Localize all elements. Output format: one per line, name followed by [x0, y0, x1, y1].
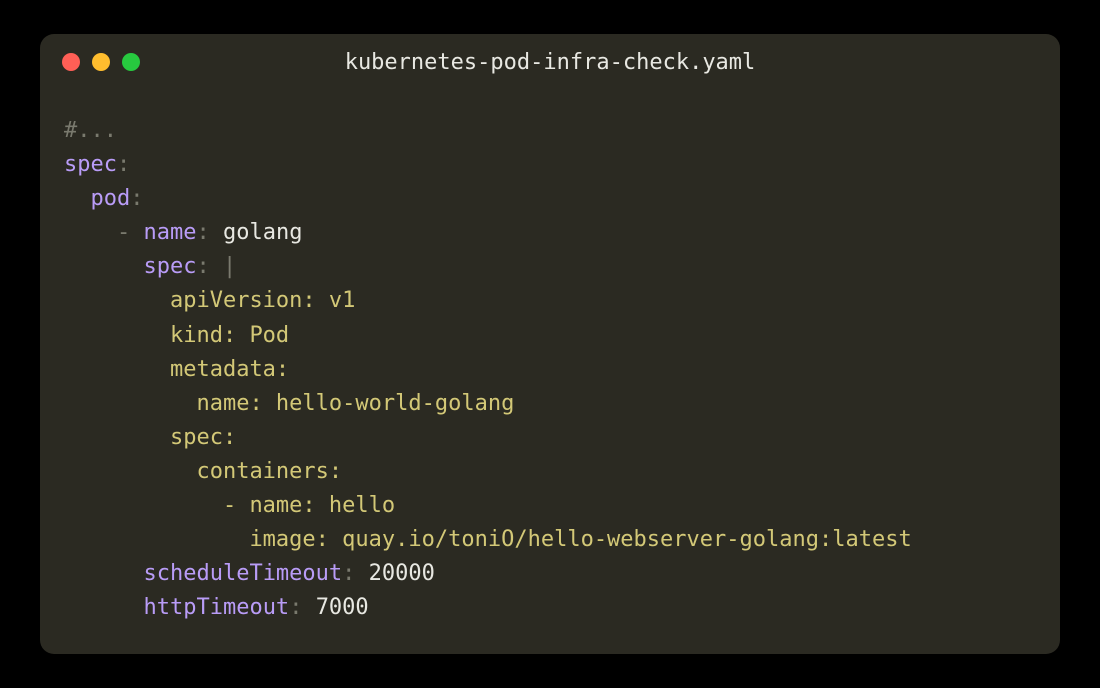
- minimize-icon[interactable]: [92, 53, 110, 71]
- yaml-colon: :: [130, 186, 143, 211]
- window-titlebar: kubernetes-pod-infra-check.yaml: [40, 34, 1060, 90]
- yaml-key: pod: [91, 186, 131, 211]
- yaml-colon: :: [342, 561, 355, 586]
- yaml-colon: :: [117, 152, 130, 177]
- yaml-block-line: containers:: [170, 459, 342, 484]
- yaml-block-line: name: hello-world-golang: [170, 391, 514, 416]
- yaml-colon: :: [196, 254, 209, 279]
- yaml-value: 7000: [316, 595, 369, 620]
- yaml-block-line: spec:: [170, 425, 236, 450]
- yaml-key: httpTimeout: [143, 595, 289, 620]
- window-title: kubernetes-pod-infra-check.yaml: [345, 50, 756, 75]
- close-icon[interactable]: [62, 53, 80, 71]
- yaml-colon: :: [196, 220, 209, 245]
- yaml-block-line: - name: hello: [170, 493, 395, 518]
- code-comment: #...: [64, 118, 117, 143]
- yaml-key: spec: [143, 254, 196, 279]
- maximize-icon[interactable]: [122, 53, 140, 71]
- yaml-dash: -: [117, 220, 130, 245]
- yaml-pipe: |: [223, 254, 236, 279]
- yaml-value: golang: [223, 220, 302, 245]
- yaml-block-line: image: quay.io/toniO/hello-webserver-gol…: [170, 527, 912, 552]
- yaml-block-line: apiVersion: v1: [170, 288, 355, 313]
- yaml-colon: :: [289, 595, 302, 620]
- code-editor[interactable]: #... spec: pod: - name: golang spec: | a…: [40, 90, 1060, 649]
- yaml-value: 20000: [369, 561, 435, 586]
- yaml-key: scheduleTimeout: [143, 561, 342, 586]
- yaml-key: spec: [64, 152, 117, 177]
- yaml-key: name: [143, 220, 196, 245]
- yaml-block-line: metadata:: [170, 357, 289, 382]
- yaml-block-line: kind: Pod: [170, 323, 289, 348]
- code-window: kubernetes-pod-infra-check.yaml #... spe…: [40, 34, 1060, 654]
- traffic-lights: [62, 53, 140, 71]
